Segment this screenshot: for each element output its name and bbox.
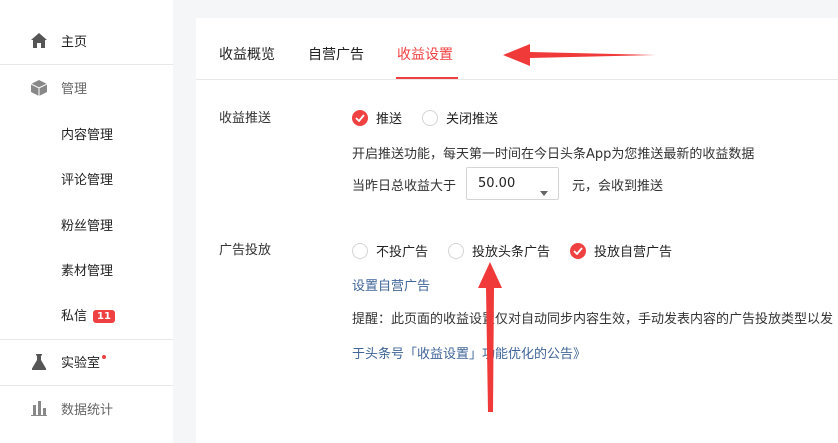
cube-icon (29, 78, 49, 98)
main-panel: 收益概览 自营广告 收益设置 收益推送 推送 关闭推送 开启推送功能，每天第一时… (196, 18, 838, 443)
sidebar-item-material-manage[interactable]: 素材管理 (0, 247, 173, 292)
tab-self-ads[interactable]: 自营广告 (308, 44, 364, 64)
ads-section-label: 广告投放 (219, 243, 272, 258)
active-tab-indicator (396, 77, 458, 79)
sidebar-item-messages[interactable]: 私信 11 (0, 292, 173, 337)
sidebar-item-fans-manage[interactable]: 粉丝管理 (0, 202, 173, 247)
sidebar-item-label: 实验室 (61, 356, 101, 371)
radio-label: 关闭推送 (446, 112, 499, 127)
radio-checked-icon (352, 109, 368, 126)
radio-self-ads[interactable]: 投放自营广告 (570, 241, 672, 260)
sidebar-item-label: 管理 (61, 82, 88, 97)
sidebar-item-label: 粉丝管理 (61, 219, 114, 234)
sidebar: 主页 管理 内容管理 评论管理 粉丝管理 素材管理 私信 11 实验室 数据统计 (0, 0, 173, 443)
notice-text: 提醒：此页面的收益设置仅对自动同步内容生效，手动发表内容的广告投放类型以发 (352, 312, 834, 327)
radio-unchecked-icon (352, 242, 368, 259)
caret-down-icon (540, 181, 548, 200)
sidebar-item-home[interactable]: 主页 (0, 18, 173, 63)
push-description: 开启推送功能，每天第一时间在今日头条App为您推送最新的收益数据 (352, 147, 755, 162)
ads-radio-group: 不投广告 投放头条广告 投放自营广告 (352, 241, 692, 260)
announcement-link[interactable]: 于头条号「收益设置」功能优化的公告》 (352, 343, 586, 362)
radio-label: 推送 (376, 112, 403, 127)
unread-badge: 11 (93, 310, 115, 323)
sidebar-item-data-stats[interactable]: 数据统计 (0, 386, 173, 431)
tab-earnings-settings[interactable]: 收益设置 (397, 44, 453, 64)
radio-label: 不投广告 (376, 245, 429, 260)
threshold-prefix: 当昨日总收益大于 (352, 179, 457, 194)
new-dot (102, 355, 107, 359)
sidebar-item-label: 内容管理 (61, 128, 114, 143)
sidebar-item-content-manage[interactable]: 内容管理 (0, 111, 173, 156)
push-radio-group: 推送 关闭推送 (352, 108, 518, 127)
radio-unchecked-icon (422, 109, 439, 126)
bar-chart-icon (29, 399, 49, 419)
sidebar-item-label: 主页 (61, 35, 88, 50)
radio-checked-icon (570, 242, 587, 259)
push-section-label: 收益推送 (219, 111, 272, 126)
sidebar-item-comment-manage[interactable]: 评论管理 (0, 156, 173, 201)
set-self-ads-link[interactable]: 设置自营广告 (352, 275, 430, 294)
threshold-suffix: 元，会收到推送 (572, 179, 664, 194)
radio-label: 投放头条广告 (472, 245, 551, 260)
radio-no-ads[interactable]: 不投广告 (352, 241, 428, 260)
radio-unchecked-icon (448, 242, 465, 259)
threshold-select[interactable]: 50.00 (466, 167, 559, 200)
tab-bar: 收益概览 自营广告 收益设置 (196, 18, 838, 80)
sidebar-item-lab[interactable]: 实验室 (0, 339, 173, 384)
sidebar-item-manage[interactable]: 管理 (0, 65, 173, 110)
radio-toutiao-ads[interactable]: 投放头条广告 (448, 241, 550, 260)
sidebar-item-label: 评论管理 (61, 173, 114, 188)
sidebar-item-label: 素材管理 (61, 264, 114, 279)
threshold-value: 50.00 (478, 176, 516, 191)
sidebar-item-label: 数据统计 (61, 403, 114, 418)
radio-push-off[interactable]: 关闭推送 (422, 108, 498, 127)
radio-push-on[interactable]: 推送 (352, 108, 402, 127)
radio-label: 投放自营广告 (594, 245, 673, 260)
home-icon (29, 31, 49, 51)
tab-earnings-overview[interactable]: 收益概览 (219, 44, 275, 64)
flask-icon (29, 352, 49, 372)
sidebar-item-label: 私信 (61, 309, 88, 324)
